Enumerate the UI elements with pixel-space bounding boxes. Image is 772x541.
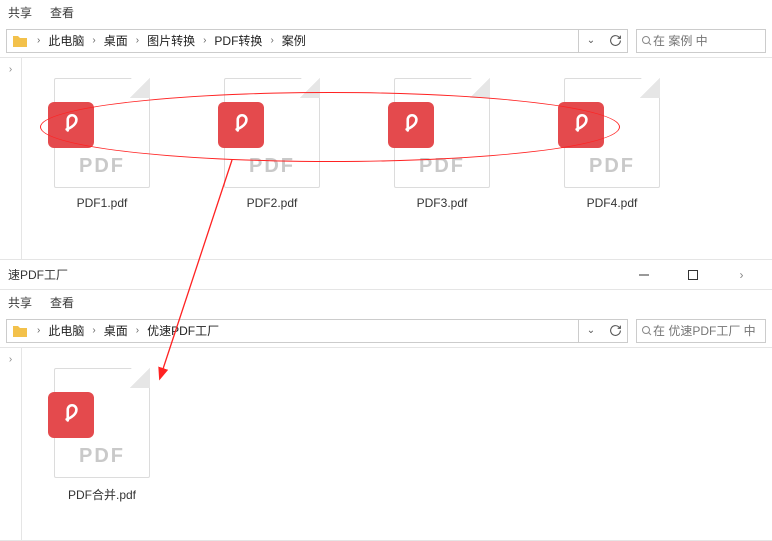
- breadcrumb-item[interactable]: 桌面: [102, 320, 130, 341]
- chevron-right-icon: ›: [9, 64, 12, 75]
- pdf-icon: PDF: [54, 368, 150, 478]
- pdf-icon: PDF: [394, 78, 490, 188]
- pdf-icon: PDF: [54, 78, 150, 188]
- chevron-right-icon: ›: [31, 35, 46, 46]
- minimize-button[interactable]: [621, 261, 666, 289]
- file-item[interactable]: PDF PDF3.pdf: [392, 78, 492, 210]
- refresh-icon[interactable]: [603, 320, 627, 342]
- file-label: PDF2.pdf: [247, 196, 298, 210]
- breadcrumb-item[interactable]: 此电脑: [46, 30, 86, 51]
- files-pane[interactable]: PDF PDF合并.pdf: [22, 348, 772, 540]
- search-icon: [641, 325, 653, 337]
- breadcrumb-item[interactable]: 桌面: [102, 30, 130, 51]
- breadcrumb[interactable]: › 此电脑 › 桌面 › 优速PDF工厂 ⌄: [6, 319, 628, 343]
- file-label: PDF1.pdf: [77, 196, 128, 210]
- file-label: PDF合并.pdf: [68, 486, 136, 503]
- breadcrumb-item[interactable]: 图片转换: [145, 30, 197, 51]
- window-bottom: 速PDF工厂 › 共享 查看 › 此电脑 › 桌面 › 优速PDF工厂 ⌄: [0, 260, 772, 541]
- chevron-right-icon: ›: [264, 35, 279, 46]
- breadcrumb-item[interactable]: PDF转换: [212, 30, 264, 51]
- folder-icon: [13, 34, 27, 48]
- refresh-icon[interactable]: [603, 30, 627, 52]
- toolbar: 共享 查看: [0, 290, 772, 314]
- toolbar: 共享 查看: [0, 0, 772, 24]
- file-label: PDF3.pdf: [417, 196, 468, 210]
- address-bar-row: › 此电脑 › 桌面 › 优速PDF工厂 ⌄: [0, 314, 772, 348]
- file-item[interactable]: PDF PDF1.pdf: [52, 78, 152, 210]
- file-item[interactable]: PDF PDF4.pdf: [562, 78, 662, 210]
- files-pane[interactable]: PDF PDF1.pdf PDF PDF2.pdf PDF PDF3.pdf: [22, 58, 772, 259]
- content-area: › PDF PDF合并.pdf: [0, 348, 772, 540]
- breadcrumb-item[interactable]: 此电脑: [46, 320, 86, 341]
- chevron-right-icon: ›: [130, 325, 145, 336]
- search-input[interactable]: [653, 324, 765, 338]
- chevron-right-icon: ›: [197, 35, 212, 46]
- tab-share[interactable]: 共享: [8, 294, 32, 311]
- tab-view[interactable]: 查看: [50, 294, 74, 311]
- window-top: 共享 查看 › 此电脑 › 桌面 › 图片转换 › PDF转换 › 案例 ⌄: [0, 0, 772, 260]
- content-area: › PDF PDF1.pdf PDF PDF2.pdf: [0, 58, 772, 259]
- history-dropdown[interactable]: ⌄: [579, 30, 603, 52]
- nav-pane-collapsed[interactable]: ›: [0, 58, 22, 259]
- titlebar: 速PDF工厂 ›: [0, 260, 772, 290]
- file-item[interactable]: PDF PDF2.pdf: [222, 78, 322, 210]
- chevron-right-icon: ›: [130, 35, 145, 46]
- file-item[interactable]: PDF PDF合并.pdf: [52, 368, 152, 503]
- window-title: 速PDF工厂: [8, 266, 68, 283]
- chevron-right-icon: ›: [31, 325, 46, 336]
- breadcrumb-item[interactable]: 优速PDF工厂: [145, 320, 221, 341]
- tab-view[interactable]: 查看: [50, 4, 74, 21]
- history-dropdown[interactable]: ⌄: [579, 320, 603, 342]
- maximize-button[interactable]: [670, 261, 715, 289]
- breadcrumb[interactable]: › 此电脑 › 桌面 › 图片转换 › PDF转换 › 案例 ⌄: [6, 29, 628, 53]
- close-button[interactable]: ›: [719, 261, 764, 289]
- chevron-right-icon: ›: [86, 325, 101, 336]
- address-bar-row: › 此电脑 › 桌面 › 图片转换 › PDF转换 › 案例 ⌄: [0, 24, 772, 58]
- search-icon: [641, 35, 653, 47]
- nav-pane-collapsed[interactable]: ›: [0, 348, 22, 540]
- search-input[interactable]: [653, 34, 765, 48]
- chevron-right-icon: ›: [86, 35, 101, 46]
- folder-icon: [13, 324, 27, 338]
- search-box[interactable]: [636, 319, 766, 343]
- pdf-icon: PDF: [564, 78, 660, 188]
- chevron-right-icon: ›: [9, 354, 12, 365]
- search-box[interactable]: [636, 29, 766, 53]
- breadcrumb-item[interactable]: 案例: [280, 30, 308, 51]
- file-label: PDF4.pdf: [587, 196, 638, 210]
- pdf-icon: PDF: [224, 78, 320, 188]
- tab-share[interactable]: 共享: [8, 4, 32, 21]
